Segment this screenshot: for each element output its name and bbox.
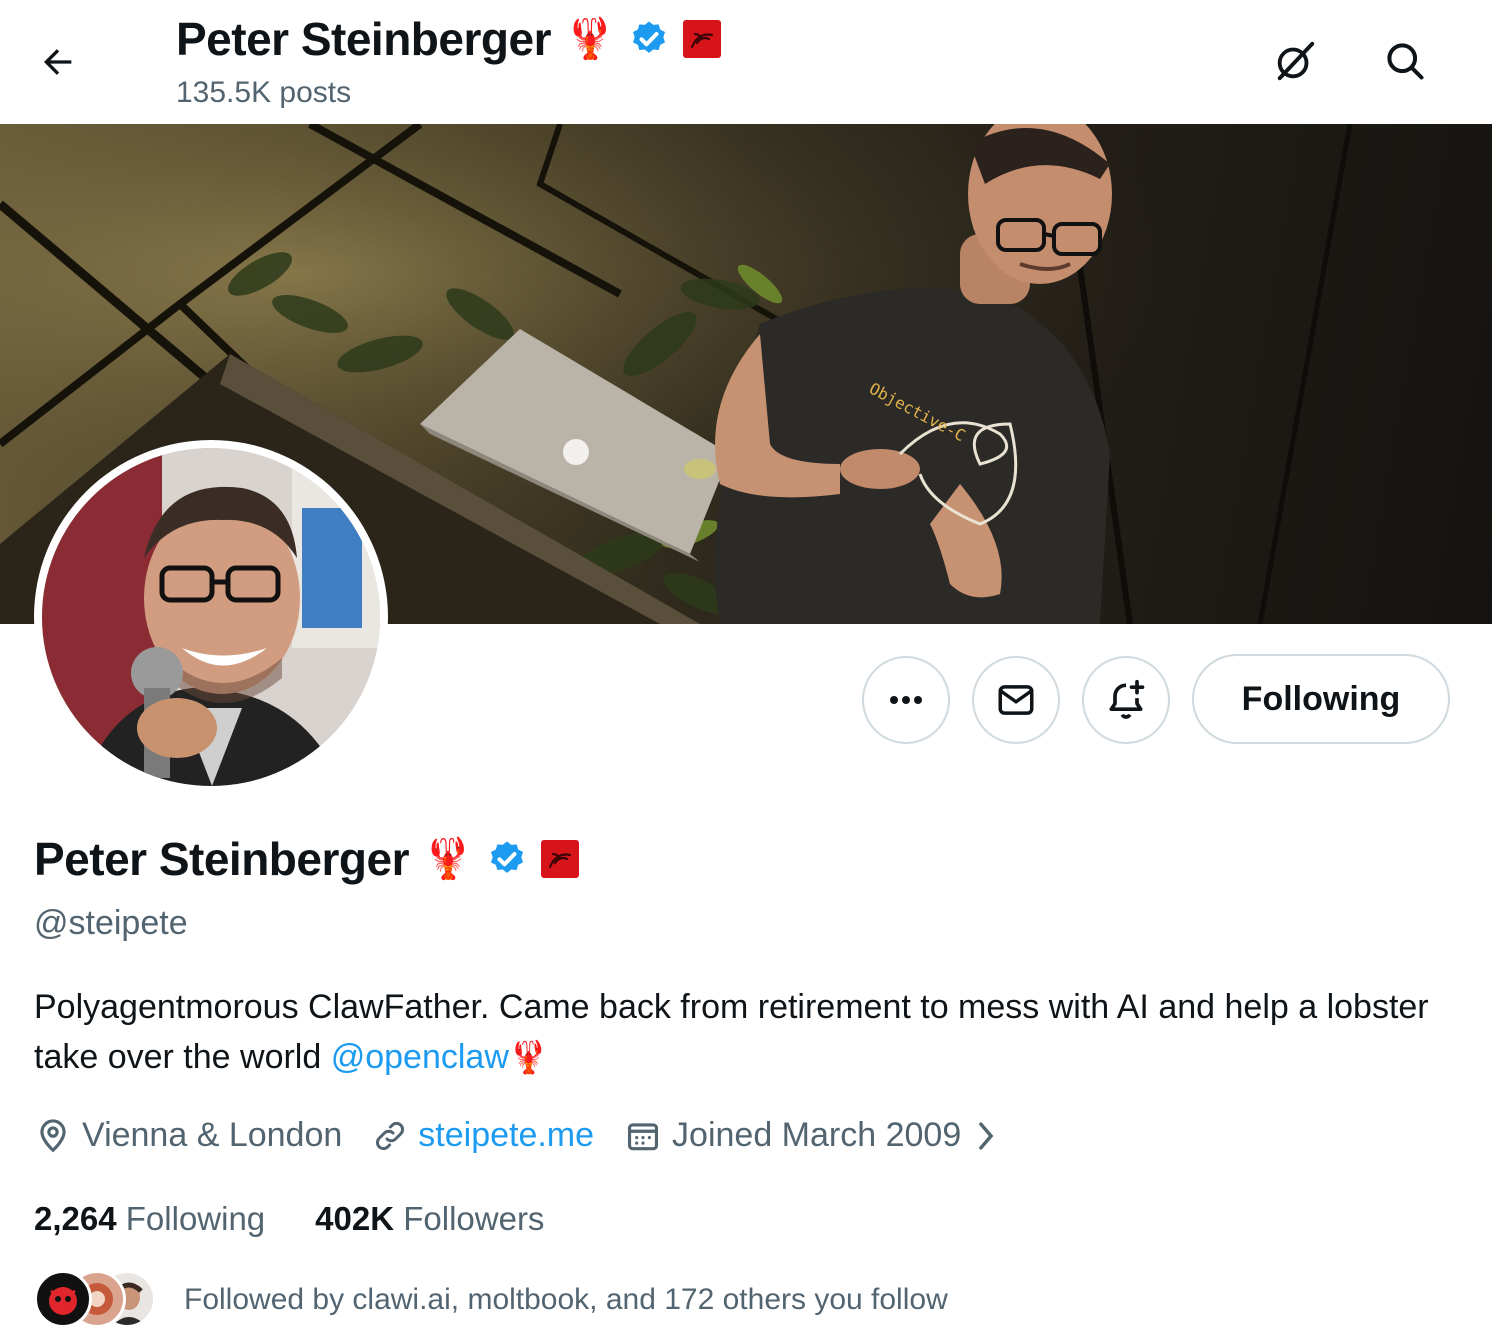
back-button[interactable] — [28, 32, 88, 92]
bio-lobster-emoji: 🦞 — [508, 1039, 549, 1075]
location-item: Vienna & London — [34, 1116, 342, 1155]
grok-button[interactable] — [1264, 30, 1326, 92]
bio-text: Polyagentmorous ClawFather. Came back fr… — [34, 988, 1429, 1076]
lobster-emoji: 🦞 — [422, 837, 473, 881]
message-button[interactable] — [972, 656, 1060, 744]
header-name-row: Peter Steinberger 🦞 — [176, 12, 721, 66]
notify-button[interactable] — [1082, 656, 1170, 744]
following-label: Following — [125, 1200, 266, 1237]
calendar-icon — [628, 1122, 659, 1150]
following-button[interactable]: Following — [1192, 654, 1450, 744]
bio-mention-link[interactable]: @openclaw — [331, 1038, 509, 1076]
location-text: Vienna & London — [82, 1116, 343, 1154]
joined-text: Joined March 2009 — [672, 1116, 962, 1154]
followed-by-avatars — [34, 1270, 156, 1330]
followed-by-row[interactable]: Followed by clawi.ai, moltbook, and 172 … — [34, 1270, 948, 1330]
profile-header: Peter Steinberger 🦞 135.5K posts — [0, 0, 1496, 124]
mail-icon — [998, 685, 1034, 715]
profile-handle: @steipete — [34, 904, 188, 942]
followers-label: Followers — [403, 1200, 545, 1237]
verified-badge-icon[interactable] — [629, 19, 669, 59]
profile-name: Peter Steinberger — [34, 833, 409, 885]
website-link[interactable]: steipete.me — [418, 1116, 594, 1155]
map-pin-icon — [40, 1118, 66, 1152]
chevron-right-icon — [979, 1121, 994, 1150]
joined-item[interactable]: Joined March 2009 — [624, 1116, 1001, 1155]
affiliate-badge-icon[interactable] — [682, 20, 721, 58]
following-stat[interactable]: 2,264 Following — [34, 1200, 265, 1238]
profile-meta: Vienna & London steipete.me Joined March… — [34, 1116, 1031, 1155]
link-icon — [376, 1121, 405, 1150]
header-post-count: 135.5K posts — [176, 76, 352, 109]
followers-stat[interactable]: 402K Followers — [315, 1200, 544, 1238]
header-title: Peter Steinberger — [176, 13, 551, 65]
more-icon — [890, 696, 922, 704]
profile-stats: 2,264 Following 402K Followers — [34, 1200, 544, 1238]
grok-slash-icon — [1277, 41, 1315, 81]
followed-by-text: Followed by clawi.ai, moltbook, and 172 … — [184, 1283, 948, 1316]
following-count: 2,264 — [34, 1200, 117, 1237]
profile-avatar[interactable] — [34, 440, 388, 794]
search-button[interactable] — [1374, 30, 1436, 92]
website-item: steipete.me — [372, 1116, 594, 1155]
bell-plus-icon — [1109, 679, 1145, 719]
more-button[interactable] — [862, 656, 950, 744]
avatar — [34, 1270, 92, 1328]
profile-bio: Polyagentmorous ClawFather. Came back fr… — [34, 982, 1434, 1082]
profile-name-row: Peter Steinberger 🦞 — [34, 832, 579, 886]
arrow-left-icon — [44, 49, 72, 75]
affiliate-badge-icon[interactable] — [540, 840, 579, 878]
lobster-emoji: 🦞 — [564, 17, 615, 61]
search-icon — [1387, 43, 1424, 80]
followers-count: 402K — [315, 1200, 395, 1237]
verified-badge-icon[interactable] — [487, 839, 527, 879]
